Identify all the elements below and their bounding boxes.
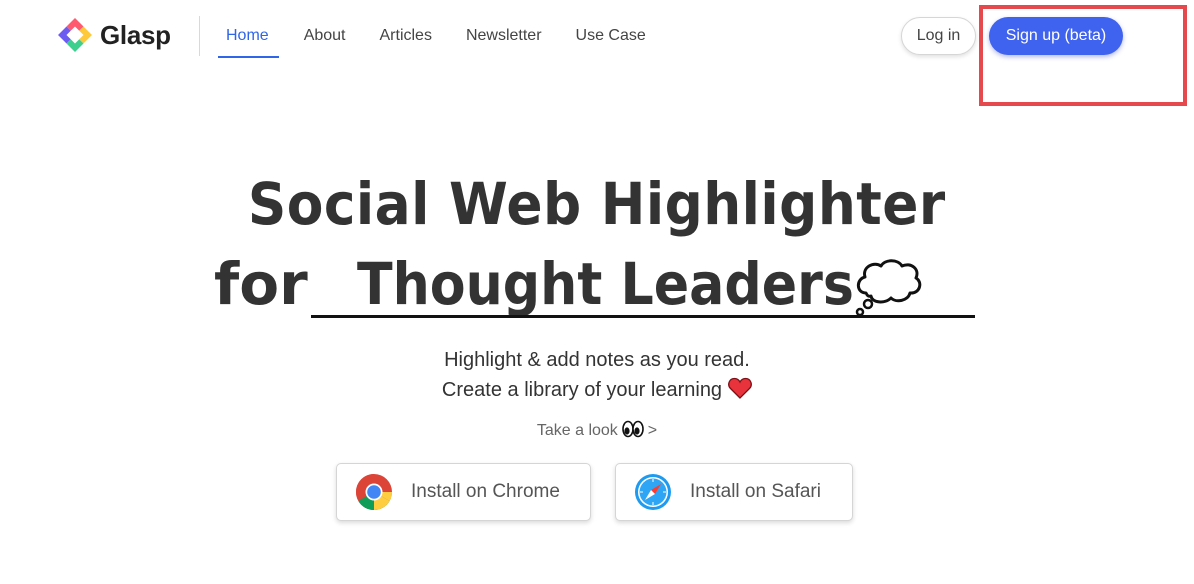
hero-subtitle-line2: Create a library of your learning [441,379,723,401]
eyes-icon [621,420,644,438]
hero-rotating-text: Thought Leaders [357,250,854,318]
chrome-icon [355,474,392,511]
nav-about[interactable]: About [287,16,363,56]
login-button[interactable]: Log in [901,17,976,55]
nav-home[interactable]: Home [218,16,279,58]
hero-title-line2: for Thought Leaders [0,250,1194,330]
brand-name: Glasp [100,19,171,50]
install-safari-button[interactable]: Install on Safari [615,463,853,521]
take-a-look-link[interactable]: Take a look > [0,420,1194,440]
install-safari-label: Install on Safari [690,481,821,502]
nav-use-case[interactable]: Use Case [559,16,663,56]
brand-logo[interactable]: Glasp [58,18,171,52]
page: Glasp Home About Articles Newsletter Use… [0,0,1194,584]
nav-divider [199,16,200,56]
nav-newsletter[interactable]: Newsletter [449,16,559,56]
glasp-logo-icon [58,18,92,52]
hero-subtitle-line1: Highlight & add notes as you read. [444,349,750,371]
install-chrome-button[interactable]: Install on Chrome [336,463,591,521]
hero-title: Social Web Highlighter [247,170,946,238]
signup-button[interactable]: Sign up (beta) [989,17,1123,55]
hero-for-text: for [214,250,308,318]
heart-icon [728,377,752,399]
thought-bubble-icon [855,259,922,317]
main-nav: Home About Articles Newsletter Use Case [218,0,663,72]
take-a-look-label: Take a look [536,422,618,439]
nav-articles[interactable]: Articles [363,16,449,56]
hero-subtitle-line2-row: Create a library of your learning [0,377,1194,402]
install-chrome-label: Install on Chrome [411,481,560,502]
hero-underline [311,315,975,318]
safari-icon [635,474,671,510]
take-a-look-chevron: > [647,422,658,439]
